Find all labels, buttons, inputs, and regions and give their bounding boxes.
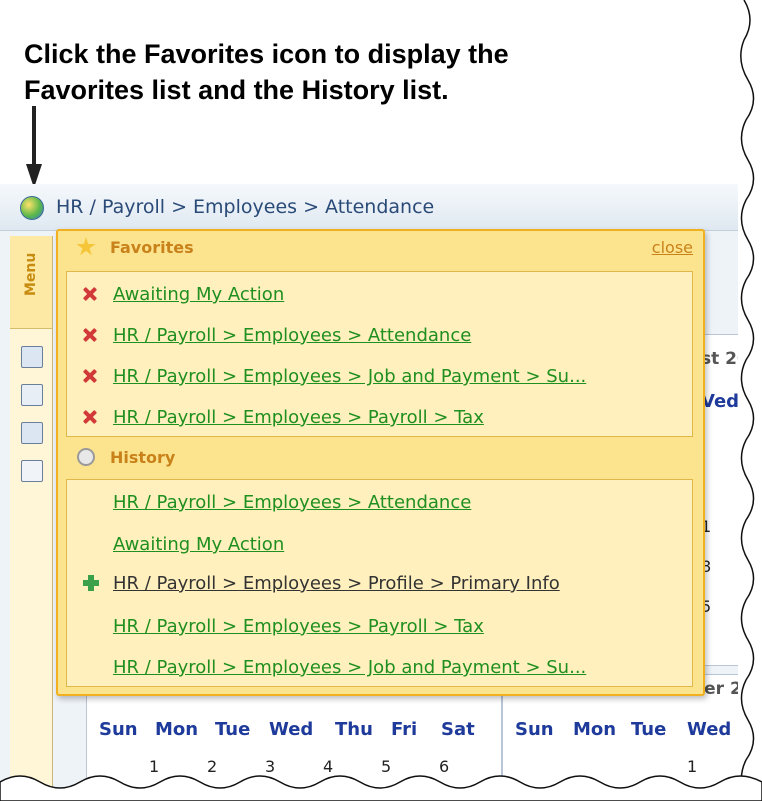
- day-name: Wed: [687, 719, 732, 740]
- day-name: Sun: [515, 719, 554, 740]
- star-icon: [76, 237, 96, 256]
- printer-icon[interactable]: [21, 346, 43, 368]
- clock-icon: [77, 448, 95, 466]
- history-title: History: [110, 448, 176, 467]
- favorites-header: Favorites close: [58, 231, 703, 267]
- day-name: Mon: [573, 719, 617, 740]
- history-item[interactable]: HR / Payroll > Employees > Payroll > Tax: [113, 616, 484, 637]
- remove-favorite-icon[interactable]: [83, 410, 97, 424]
- day-name: Wed: [269, 719, 314, 740]
- export-icon[interactable]: [21, 460, 43, 482]
- remove-favorite-icon[interactable]: [83, 287, 97, 301]
- callout-line-1: Click the Favorites icon to display the: [24, 39, 509, 69]
- menu-tab[interactable]: Menu: [10, 236, 52, 329]
- favorite-item[interactable]: Awaiting My Action: [113, 284, 284, 305]
- history-item[interactable]: HR / Payroll > Employees > Profile > Pri…: [113, 573, 560, 594]
- grid-icon[interactable]: [21, 422, 43, 444]
- favorites-list: Awaiting My Action HR / Payroll > Employ…: [66, 271, 693, 437]
- favorites-globe-icon[interactable]: [20, 196, 44, 220]
- history-header: History: [58, 441, 703, 477]
- favorite-item[interactable]: HR / Payroll > Employees > Attendance: [113, 325, 471, 346]
- breadcrumb-bar: HR / Payroll > Employees > Attendance: [0, 184, 762, 231]
- down-arrow-icon: [26, 106, 42, 188]
- favorites-title: Favorites: [110, 238, 194, 257]
- favorite-item[interactable]: HR / Payroll > Employees > Job and Payme…: [113, 366, 586, 387]
- breadcrumb[interactable]: HR / Payroll > Employees > Attendance: [56, 196, 434, 218]
- day-name: Mon: [155, 719, 199, 740]
- remove-favorite-icon[interactable]: [83, 369, 97, 383]
- favorite-item[interactable]: HR / Payroll > Employees > Payroll > Tax: [113, 407, 484, 428]
- day-name: Sun: [99, 719, 138, 740]
- day-name: Tue: [215, 719, 251, 740]
- callout-line-2: Favorites list and the History list.: [24, 75, 449, 105]
- calendar-day-names: Sun Mon Tue Wed T: [515, 719, 755, 740]
- close-link[interactable]: close: [652, 238, 693, 257]
- remove-favorite-icon[interactable]: [83, 328, 97, 342]
- chart-icon[interactable]: [21, 384, 43, 406]
- instruction-callout: Click the Favorites icon to display the …: [24, 36, 644, 108]
- history-list: HR / Payroll > Employees > Attendance Aw…: [66, 479, 693, 687]
- menu-label: Menu: [23, 252, 39, 296]
- history-item[interactable]: Awaiting My Action: [113, 534, 284, 555]
- favorites-popup: Favorites close Awaiting My Action HR / …: [56, 229, 705, 696]
- left-sidebar: Menu: [10, 236, 53, 801]
- day-name: Tue: [631, 719, 667, 740]
- torn-edge-right: [738, 0, 762, 801]
- history-item[interactable]: HR / Payroll > Employees > Attendance: [113, 492, 471, 513]
- torn-edge-bottom: [0, 775, 762, 801]
- day-name: Fri: [391, 719, 418, 740]
- calendar-day-names: Sun Mon Tue Wed Thu Fri Sat: [99, 719, 475, 740]
- history-item[interactable]: HR / Payroll > Employees > Job and Payme…: [113, 657, 586, 678]
- day-wed: Ved: [701, 391, 740, 412]
- day-name: Thu: [335, 719, 373, 740]
- day-name: Sat: [441, 719, 475, 740]
- add-favorite-icon[interactable]: [83, 575, 99, 591]
